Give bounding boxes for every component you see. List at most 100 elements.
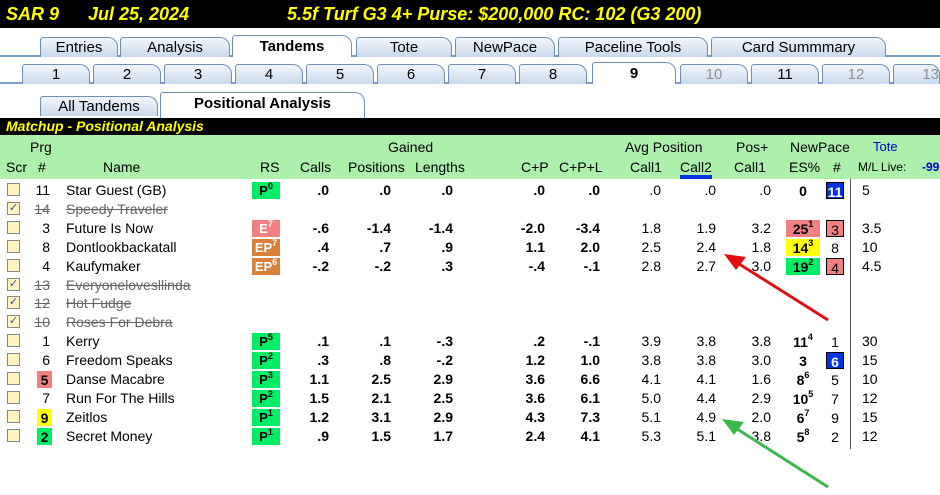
cell-c2: 3.8 xyxy=(696,352,716,369)
table-row[interactable]: 5 Danse Macabre P3 1.1 2.5 2.9 3.6 6.6 4.1 4.1 1.6… xyxy=(0,370,940,389)
cell-pos: 1.5 xyxy=(371,427,391,444)
tab-race-10[interactable]: 10 xyxy=(680,64,748,84)
cell-cpl: -.1 xyxy=(583,333,600,350)
tab-race-9[interactable]: 9 xyxy=(592,62,676,84)
morning-line-odds: 15 xyxy=(862,408,878,425)
cell-pos: .8 xyxy=(379,352,391,369)
cell-c1: 3.8 xyxy=(641,352,661,369)
tab-all-tandems[interactable]: All Tandems xyxy=(40,96,158,116)
horse-name[interactable]: Danse Macabre xyxy=(66,370,165,388)
cell-calls: .0 xyxy=(317,182,329,198)
newpace-number: 3 xyxy=(826,219,844,238)
horse-name[interactable]: Run For The Hills xyxy=(66,389,175,407)
horse-name[interactable]: Hot Fudge xyxy=(66,294,131,312)
tab-race-3[interactable]: 3 xyxy=(164,64,232,84)
tab-tote[interactable]: Tote xyxy=(356,37,452,57)
live-value: -99 xyxy=(922,160,940,174)
tab-race-7[interactable]: 7 xyxy=(448,64,516,84)
scratch-checkbox[interactable] xyxy=(7,428,20,442)
cell-c1: 5.1 xyxy=(641,408,661,425)
cell-len: -.3 xyxy=(436,333,453,350)
col-call2-sorted[interactable]: Call2 xyxy=(680,159,712,179)
tab-race-13[interactable]: 13 xyxy=(893,64,940,84)
cell-cpl: .0 xyxy=(588,182,600,198)
table-row[interactable]: ✓ 14 Speedy Traveler xyxy=(0,200,940,219)
col-ml-live: M/L Live: xyxy=(858,160,907,174)
scratch-number: 5 xyxy=(37,371,52,388)
tab-positional-analysis[interactable]: Positional Analysis xyxy=(160,92,365,118)
tab-race-4[interactable]: 4 xyxy=(235,64,303,84)
cell-c2: 1.9 xyxy=(696,219,716,236)
tab-paceline-tools[interactable]: Paceline Tools xyxy=(558,37,708,57)
col-lengths: Lengths xyxy=(415,159,465,175)
tab-race-8[interactable]: 8 xyxy=(519,64,587,84)
cell-pc1: .0 xyxy=(759,182,771,198)
horse-name[interactable]: Secret Money xyxy=(66,427,152,445)
tab-newpace[interactable]: NewPace xyxy=(455,37,555,57)
table-row[interactable]: 6 Freedom Speaks P2 .3 .8 -.2 1.2 1.0 3.8 3.8 3.0 3… xyxy=(0,351,940,370)
early-speed-pct: 0 xyxy=(786,182,820,199)
table-row[interactable]: 11 Star Guest (GB) P0.0.0.0.0.0.0.0.0 0 11 5 xyxy=(0,181,940,200)
horse-name[interactable]: Future Is Now xyxy=(66,219,153,237)
cell-calls: .4 xyxy=(317,238,329,255)
tab-race-5[interactable]: 5 xyxy=(306,64,374,84)
running-style-code: P xyxy=(259,334,268,350)
horse-name[interactable]: Star Guest (GB) xyxy=(66,181,166,199)
cell-calls: -.2 xyxy=(312,257,329,274)
horse-name[interactable]: Everyonelovesllinda xyxy=(66,276,191,294)
col-np-num: # xyxy=(833,159,841,175)
tab-race-1[interactable]: 1 xyxy=(22,64,90,84)
morning-line-odds: 12 xyxy=(862,427,878,444)
program-number: 14 xyxy=(34,200,50,217)
horse-name[interactable]: Zeitlos xyxy=(66,408,107,426)
tab-tandems[interactable]: Tandems xyxy=(232,35,352,57)
cell-c2: .0 xyxy=(704,182,716,198)
main-tab-bar: Entries Analysis Tandems Tote NewPace Pa… xyxy=(0,35,940,57)
tab-card-summary[interactable]: Card Summmary xyxy=(711,37,886,57)
horse-name[interactable]: Speedy Traveler xyxy=(66,200,168,218)
running-style-rank: 0 xyxy=(267,181,273,191)
cell-len: -.2 xyxy=(436,352,453,369)
horse-name[interactable]: Freedom Speaks xyxy=(66,351,173,369)
cell-cp: .0 xyxy=(533,182,545,198)
early-speed-rank: 4 xyxy=(807,332,813,343)
scratch-number: 2 xyxy=(37,427,52,445)
running-style-badge: P3 xyxy=(252,371,280,388)
col-pos-call1: Call1 xyxy=(734,159,766,175)
running-style-code: P xyxy=(259,409,268,425)
early-speed-pct: 251 xyxy=(786,219,820,237)
cell-len: 2.9 xyxy=(433,371,453,387)
cell-cp: 1.1 xyxy=(525,238,545,255)
horse-name[interactable]: Kaufymaker xyxy=(66,257,141,275)
scratch-checkbox[interactable] xyxy=(7,372,20,385)
cell-pc1: 3.2 xyxy=(751,219,771,236)
race-header: SAR 9 Jul 25, 2024 5.5f Turf G3 4+ Purse… xyxy=(0,0,940,28)
table-row[interactable]: 1 Kerry P5 .1 .1 -.3 .2 -.1 3.9 3.8 3.8 114 1 30 xyxy=(0,332,940,351)
green-arrow-icon xyxy=(722,419,829,489)
section-title: Matchup - Positional Analysis xyxy=(0,118,940,135)
early-speed-pct: 3 xyxy=(786,352,820,369)
tab-race-2[interactable]: 2 xyxy=(93,64,161,84)
tab-race-11[interactable]: 11 xyxy=(751,64,819,84)
scratch-checkbox[interactable] xyxy=(7,409,20,423)
tab-race-12[interactable]: 12 xyxy=(822,64,890,84)
newpace-number: 5 xyxy=(831,372,839,388)
cell-c1: 2.8 xyxy=(641,257,661,274)
cell-pc1: 3.8 xyxy=(751,333,771,350)
horse-name[interactable]: Roses For Debra xyxy=(66,313,173,331)
cell-c1: .0 xyxy=(649,182,661,198)
horse-name[interactable]: Kerry xyxy=(66,332,99,350)
program-number: 11 xyxy=(35,182,50,198)
tab-entries[interactable]: Entries xyxy=(40,37,118,57)
tab-analysis[interactable]: Analysis xyxy=(120,37,230,57)
col-call1: Call1 xyxy=(630,159,662,175)
cell-len: .9 xyxy=(441,238,453,255)
morning-line-odds: 3.5 xyxy=(862,219,882,236)
horse-name[interactable]: Dontlookbackatall xyxy=(66,238,177,256)
table-row[interactable]: 3 Future Is Now E7 -.6 -1.4 -1.4 -2.0 -3.4 1.8 1.… xyxy=(0,219,940,238)
running-style-rank: 3 xyxy=(267,370,273,380)
cell-c1: 5.0 xyxy=(641,389,661,406)
cell-cpl: 6.6 xyxy=(580,371,600,387)
tab-race-6[interactable]: 6 xyxy=(377,64,445,84)
col-cp: C+P xyxy=(521,159,549,175)
